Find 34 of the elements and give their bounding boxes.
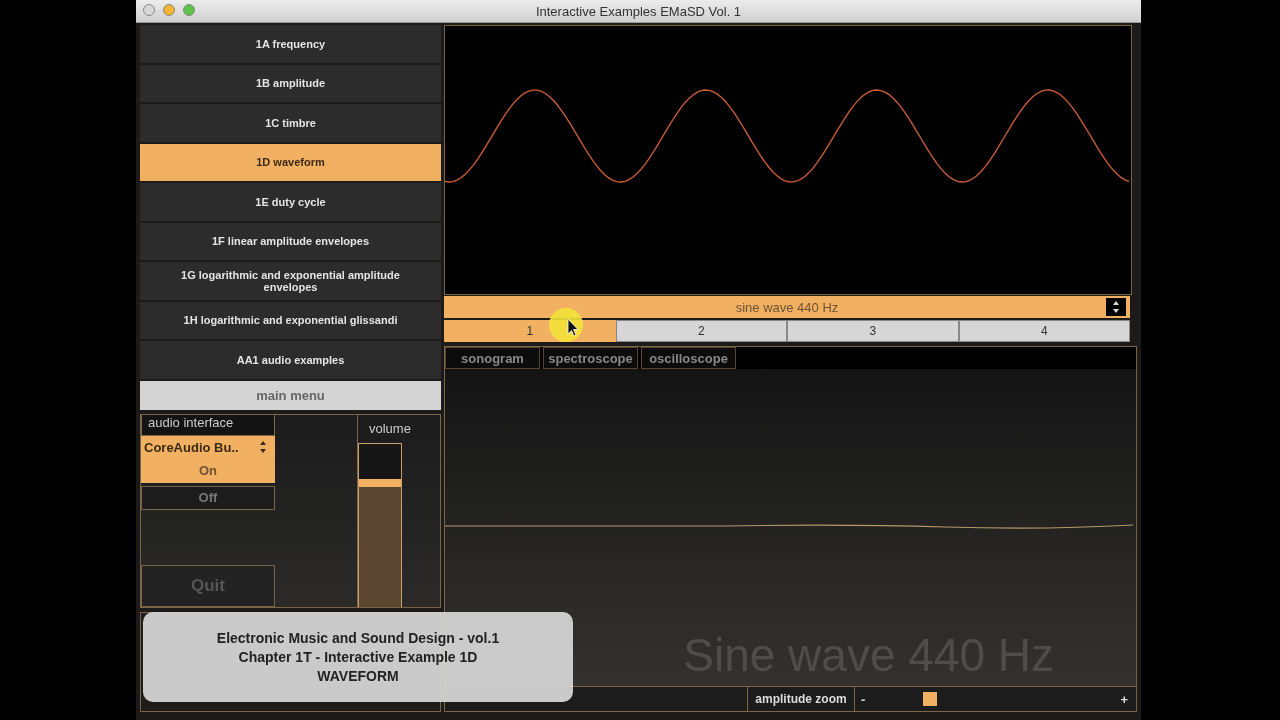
power-button[interactable]: Off — [141, 485, 275, 510]
power-button[interactable]: On — [141, 458, 275, 483]
device-dropdown[interactable]: CoreAudio Bu.. — [141, 435, 275, 459]
caption-text: Chapter 1T - Interactive Example 1D — [238, 647, 478, 667]
menu-item[interactable]: 1A frequency — [140, 25, 441, 63]
volume-slider[interactable] — [358, 442, 402, 607]
preset-button[interactable]: 2 — [615, 320, 787, 342]
amplitude-zoom-label: amplitude zoom — [748, 687, 855, 711]
scope-tab[interactable]: oscilloscope — [641, 347, 736, 369]
scope-tab[interactable]: sonogram — [445, 347, 540, 369]
amplitude-zoom-slider[interactable]: - + — [855, 687, 1136, 711]
stepper-icon — [259, 440, 267, 454]
menu-item[interactable]: 1C timbre — [140, 104, 441, 142]
scope-tab[interactable]: spectroscope — [543, 347, 638, 369]
minimize-button[interactable] — [163, 4, 175, 16]
caption-text: Electronic Music and Sound Design - vol.1 — [216, 628, 500, 648]
menu-item[interactable]: 1G logarithmic and exponential amplitude envelopes — [140, 262, 441, 300]
main-menu-button[interactable]: main menu — [140, 380, 441, 410]
preset-button[interactable]: 4 — [958, 320, 1130, 342]
preset-button[interactable]: 3 — [787, 320, 959, 342]
audio-interface-label: audio interface — [141, 414, 275, 436]
volume-label: volume — [368, 419, 412, 438]
caption-text: WAVEFORM — [317, 666, 399, 686]
stepper-icon — [1106, 298, 1126, 316]
zoom-button[interactable] — [183, 4, 195, 16]
preset-dropdown[interactable]: sine wave 440 Hz — [444, 296, 1130, 318]
menu-item[interactable]: 1B amplitude — [140, 64, 441, 102]
menu-item[interactable]: 1H logarithmic and exponential glissandi — [140, 301, 441, 339]
close-button[interactable] — [143, 4, 155, 16]
window-title: Interactive Examples EMaSD Vol. 1 — [535, 3, 742, 19]
menu-item[interactable]: 1D waveform — [140, 143, 441, 181]
menu-item[interactable]: 1E duty cycle — [140, 183, 441, 221]
menu-item[interactable]: 1F linear amplitude envelopes — [140, 222, 441, 260]
menu-item[interactable]: AA1 audio examples — [140, 341, 441, 379]
